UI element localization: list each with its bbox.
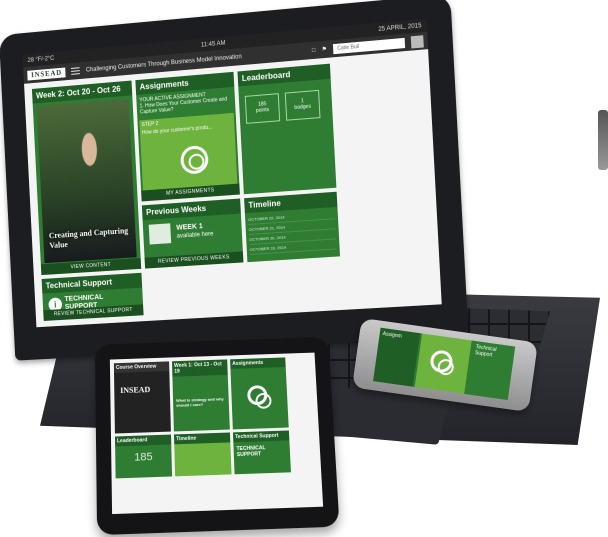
tablet-week-tile[interactable]: Week 1: Oct 13 - Oct 19 What is strategy… (172, 359, 230, 432)
phone-support-panel[interactable]: Technical Support (466, 340, 516, 401)
week1-available: available here (176, 231, 214, 241)
points-label: points (255, 107, 270, 115)
badges-box: 1 badges (284, 89, 321, 121)
tablet-course-overview-tile[interactable]: Course Overview INSEAD (113, 361, 171, 434)
weather-text: 28 °F/-2°C (27, 55, 55, 64)
target-icon (246, 385, 268, 406)
week1-label: WEEK 1 (176, 223, 203, 233)
tablet-screen: Course Overview INSEAD Week 1: Oct 13 - … (109, 352, 324, 515)
tablet-timeline-title: Timeline (173, 432, 231, 445)
tablet-week-caption: What is strategy and why should I care? (175, 396, 224, 408)
laptop: 28 °F/-2°C 11:45 AM 25 APRIL, 2015 INSEA… (0, 0, 469, 361)
phone-assignments-panel[interactable]: Assignm (373, 327, 421, 387)
phone-panel-title: Assignm (382, 331, 403, 340)
tablet-leaderboard-title: Leaderboard (114, 434, 172, 447)
date-text: 25 APRIL, 2015 (378, 22, 422, 33)
avatar[interactable] (410, 34, 424, 49)
target-icon (179, 144, 209, 175)
target-icon (429, 349, 454, 374)
hamburger-menu-icon[interactable] (71, 67, 81, 75)
points-box: 185 points (244, 93, 281, 124)
insead-logo: INSEAD (27, 66, 67, 81)
tablet-leaderboard-tile[interactable]: Leaderboard 185 (114, 434, 173, 479)
tablet-support-text: TECHNICAL SUPPORT (233, 440, 290, 462)
tablet-support-line2: SUPPORT (236, 451, 262, 459)
review-previous-weeks-button[interactable]: REVIEW PREVIOUS WEEKS (144, 251, 244, 269)
tablet-timeline-tile[interactable]: Timeline (173, 432, 232, 477)
support-title: Technical Support (41, 272, 143, 294)
assignments-tile[interactable]: Assignments YOUR ACTIVE ASSIGNMENT 1. Ho… (135, 71, 240, 202)
badges-label: badges (294, 103, 312, 111)
lecturer-photo: Creating and Capturing Value (36, 98, 137, 263)
phone-support-title: Technical Support (474, 344, 497, 359)
phone-screen: Assignm Technical Support (373, 327, 516, 401)
tablet-grid: Course Overview INSEAD Week 1: Oct 13 - … (110, 353, 322, 483)
chat-icon[interactable]: □ (312, 47, 316, 53)
assignment-step-panel: STEP 2 How do your customer's produ... (139, 112, 238, 196)
previous-weeks-tile[interactable]: Previous Weeks WEEK 1 available here REV… (141, 198, 244, 269)
previous-weeks-title: Previous Weeks (141, 198, 241, 221)
tablet-insead-logo: INSEAD (120, 385, 151, 396)
tablet-assignments-title: Assignments (230, 357, 286, 369)
tablet-assignments-tile[interactable]: Assignments (230, 357, 289, 430)
leaderboard-tile[interactable]: Leaderboard 185 points 1 badges (237, 63, 337, 195)
dashboard-grid: Week 2: Oct 20 - Oct 26 Creating and Cap… (24, 49, 442, 327)
laptop-screen: 28 °F/-2°C 11:45 AM 25 APRIL, 2015 INSEA… (22, 18, 442, 328)
phone-target-panel (414, 333, 472, 394)
flag-icon[interactable]: ⚑ (321, 46, 327, 54)
timeline-tile[interactable]: Timeline OCTOBER 22, 2014 OCTOBER 21, 20… (244, 192, 341, 262)
week-tile[interactable]: Week 2: Oct 20 - Oct 26 Creating and Cap… (31, 80, 142, 275)
tablet-score: 185 (134, 451, 153, 464)
timeline-list: OCTOBER 22, 2014 OCTOBER 21, 2014 OCTOBE… (245, 207, 340, 257)
calendar-icon (148, 223, 172, 245)
technical-support-tile[interactable]: Technical Support i TECHNICAL SUPPORT RE… (41, 272, 144, 321)
week-caption: Creating and Capturing Value (48, 225, 129, 250)
side-device-edge (598, 110, 608, 170)
tablet: Course Overview INSEAD Week 1: Oct 13 - … (94, 336, 340, 536)
clock-text: 11:45 AM (200, 40, 226, 49)
tablet-support-tile[interactable]: Technical Support TECHNICAL SUPPORT (232, 430, 291, 475)
